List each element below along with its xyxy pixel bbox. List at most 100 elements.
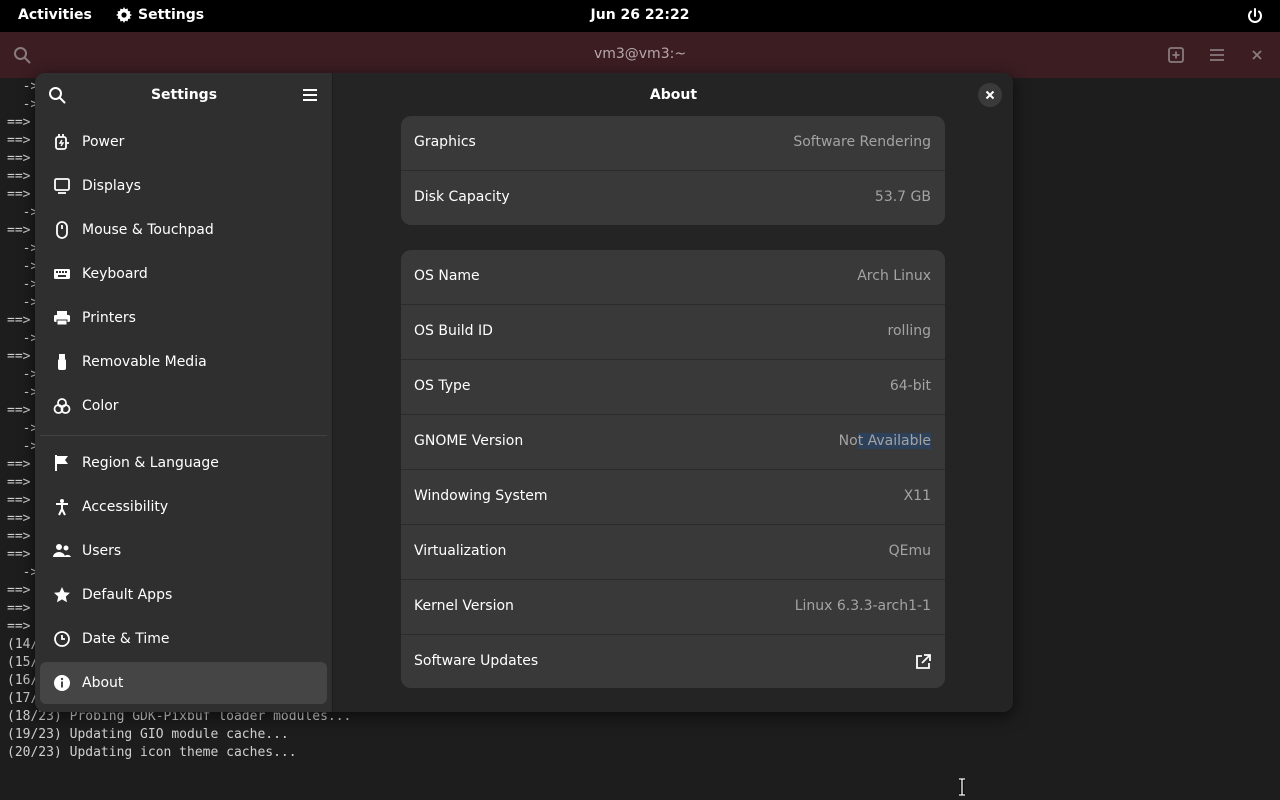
- sidebar: Settings Power Displays Mouse & Touchpad…: [35, 73, 333, 712]
- sidebar-item-label: Date & Time: [82, 631, 170, 647]
- sidebar-item-label: About: [82, 675, 124, 691]
- sidebar-item-label: Accessibility: [82, 499, 169, 515]
- page-title: About: [649, 87, 698, 103]
- row-windowing-system: Windowing System X11: [401, 470, 945, 525]
- sidebar-item-power[interactable]: Power: [40, 121, 327, 163]
- sidebar-item-accessibility[interactable]: Accessibility: [40, 486, 327, 528]
- sidebar-item-color[interactable]: Color: [40, 385, 327, 427]
- row-value[interactable]: Not Available: [839, 433, 931, 449]
- sidebar-item-label: Users: [82, 543, 122, 559]
- menu-icon[interactable]: [300, 85, 320, 105]
- sidebar-header: Settings: [35, 73, 333, 118]
- row-label: OS Type: [414, 378, 471, 394]
- color-icon: [53, 398, 71, 414]
- star-icon: [54, 587, 70, 603]
- row-label: OS Build ID: [414, 323, 493, 339]
- search-icon[interactable]: [12, 45, 32, 65]
- sidebar-item-keyboard[interactable]: Keyboard: [40, 253, 327, 295]
- row-value[interactable]: 53.7 GB: [875, 189, 931, 205]
- display-icon: [54, 178, 70, 194]
- clock-icon: [54, 631, 70, 647]
- settings-window: Settings Power Displays Mouse & Touchpad…: [35, 73, 1013, 712]
- row-label: Windowing System: [414, 488, 548, 504]
- sidebar-item-printers[interactable]: Printers: [40, 297, 327, 339]
- row-disk-capacity: Disk Capacity 53.7 GB: [401, 171, 945, 225]
- terminal-title: vm3@vm3:~: [593, 46, 687, 62]
- external-link-icon: [916, 654, 931, 669]
- sidebar-item-label: Default Apps: [82, 587, 173, 603]
- row-value[interactable]: 64-bit: [890, 378, 931, 394]
- gear-icon: [116, 7, 132, 23]
- text-selection: t Available: [857, 433, 931, 449]
- power-plug-icon: [55, 134, 69, 150]
- row-os-build-id: OS Build ID rolling: [401, 305, 945, 360]
- sidebar-item-region-language[interactable]: Region & Language: [40, 442, 327, 484]
- sidebar-item-label: Displays: [82, 178, 141, 194]
- row-label: Kernel Version: [414, 598, 514, 614]
- app-menu[interactable]: Settings: [116, 7, 204, 23]
- sidebar-item-label: Keyboard: [82, 266, 148, 282]
- sidebar-item-label: Printers: [82, 310, 136, 326]
- about-panel: About Graphics Software Rendering Disk C…: [334, 73, 1013, 712]
- row-graphics: Graphics Software Rendering: [401, 116, 945, 171]
- row-value[interactable]: Arch Linux: [857, 268, 931, 284]
- sidebar-item-default-apps[interactable]: Default Apps: [40, 574, 327, 616]
- sidebar-item-label: Mouse & Touchpad: [82, 222, 214, 238]
- mouse-icon: [56, 221, 68, 239]
- row-label: Disk Capacity: [414, 189, 510, 205]
- clock[interactable]: Jun 26 22:22: [591, 7, 690, 23]
- sidebar-item-label: Power: [82, 134, 125, 150]
- row-virtualization: Virtualization QEmu: [401, 525, 945, 580]
- sidebar-title: Settings: [150, 87, 218, 103]
- sidebar-item-label: Removable Media: [82, 354, 207, 370]
- row-kernel-version: Kernel Version Linux 6.3.3-arch1-1: [401, 580, 945, 635]
- row-gnome-version: GNOME Version Not Available: [401, 415, 945, 470]
- row-value[interactable]: rolling: [888, 323, 931, 339]
- sidebar-item-date-time[interactable]: Date & Time: [40, 618, 327, 660]
- info-icon: [54, 675, 70, 691]
- sidebar-item-mouse[interactable]: Mouse & Touchpad: [40, 209, 327, 251]
- app-menu-label: Settings: [138, 7, 205, 23]
- sidebar-item-users[interactable]: Users: [40, 530, 327, 572]
- sidebar-item-label: Region & Language: [82, 455, 219, 471]
- menu-icon[interactable]: [1207, 45, 1227, 65]
- sidebar-separator: [40, 435, 327, 436]
- content-header: About: [334, 73, 1013, 118]
- usb-icon: [58, 354, 66, 370]
- row-value[interactable]: Software Rendering: [793, 134, 931, 150]
- row-label: Virtualization: [414, 543, 507, 559]
- top-bar: Activities Settings Jun 26 22:22: [0, 0, 1280, 32]
- sidebar-item-label: Color: [82, 398, 119, 414]
- close-icon[interactable]: [978, 83, 1002, 107]
- accessibility-icon: [56, 499, 68, 516]
- row-label: Graphics: [414, 134, 476, 150]
- row-value-unselected: No: [838, 433, 858, 449]
- terminal-line: (19/23) Updating GIO module cache...: [7, 727, 289, 742]
- activities-button[interactable]: Activities: [18, 7, 92, 23]
- terminal-line: (20/23) Updating icon theme caches...: [7, 745, 297, 760]
- row-label: GNOME Version: [414, 433, 524, 449]
- close-icon[interactable]: [1247, 45, 1267, 65]
- row-label: OS Name: [414, 268, 480, 284]
- text-cursor-icon: [959, 778, 965, 796]
- flag-icon: [55, 455, 68, 471]
- keyboard-icon: [54, 269, 70, 279]
- row-value[interactable]: QEmu: [889, 543, 931, 559]
- printer-icon: [54, 311, 70, 326]
- row-label: Software Updates: [414, 653, 539, 669]
- row-value[interactable]: X11: [904, 488, 931, 504]
- row-os-name: OS Name Arch Linux: [401, 250, 945, 305]
- row-value[interactable]: Linux 6.3.3-arch1-1: [795, 598, 931, 614]
- sidebar-item-removable-media[interactable]: Removable Media: [40, 341, 327, 383]
- users-icon: [53, 544, 71, 557]
- sidebar-item-about[interactable]: About: [40, 662, 327, 704]
- row-os-type: OS Type 64-bit: [401, 360, 945, 415]
- hardware-card: Graphics Software Rendering Disk Capacit…: [401, 116, 945, 225]
- sidebar-item-displays[interactable]: Displays: [40, 165, 327, 207]
- power-icon[interactable]: [1246, 7, 1264, 25]
- search-icon[interactable]: [47, 85, 67, 105]
- row-software-updates[interactable]: Software Updates: [401, 635, 945, 688]
- new-tab-icon[interactable]: [1166, 45, 1186, 65]
- os-card: OS Name Arch Linux OS Build ID rolling O…: [401, 250, 945, 688]
- terminal-header: vm3@vm3:~: [0, 32, 1280, 78]
